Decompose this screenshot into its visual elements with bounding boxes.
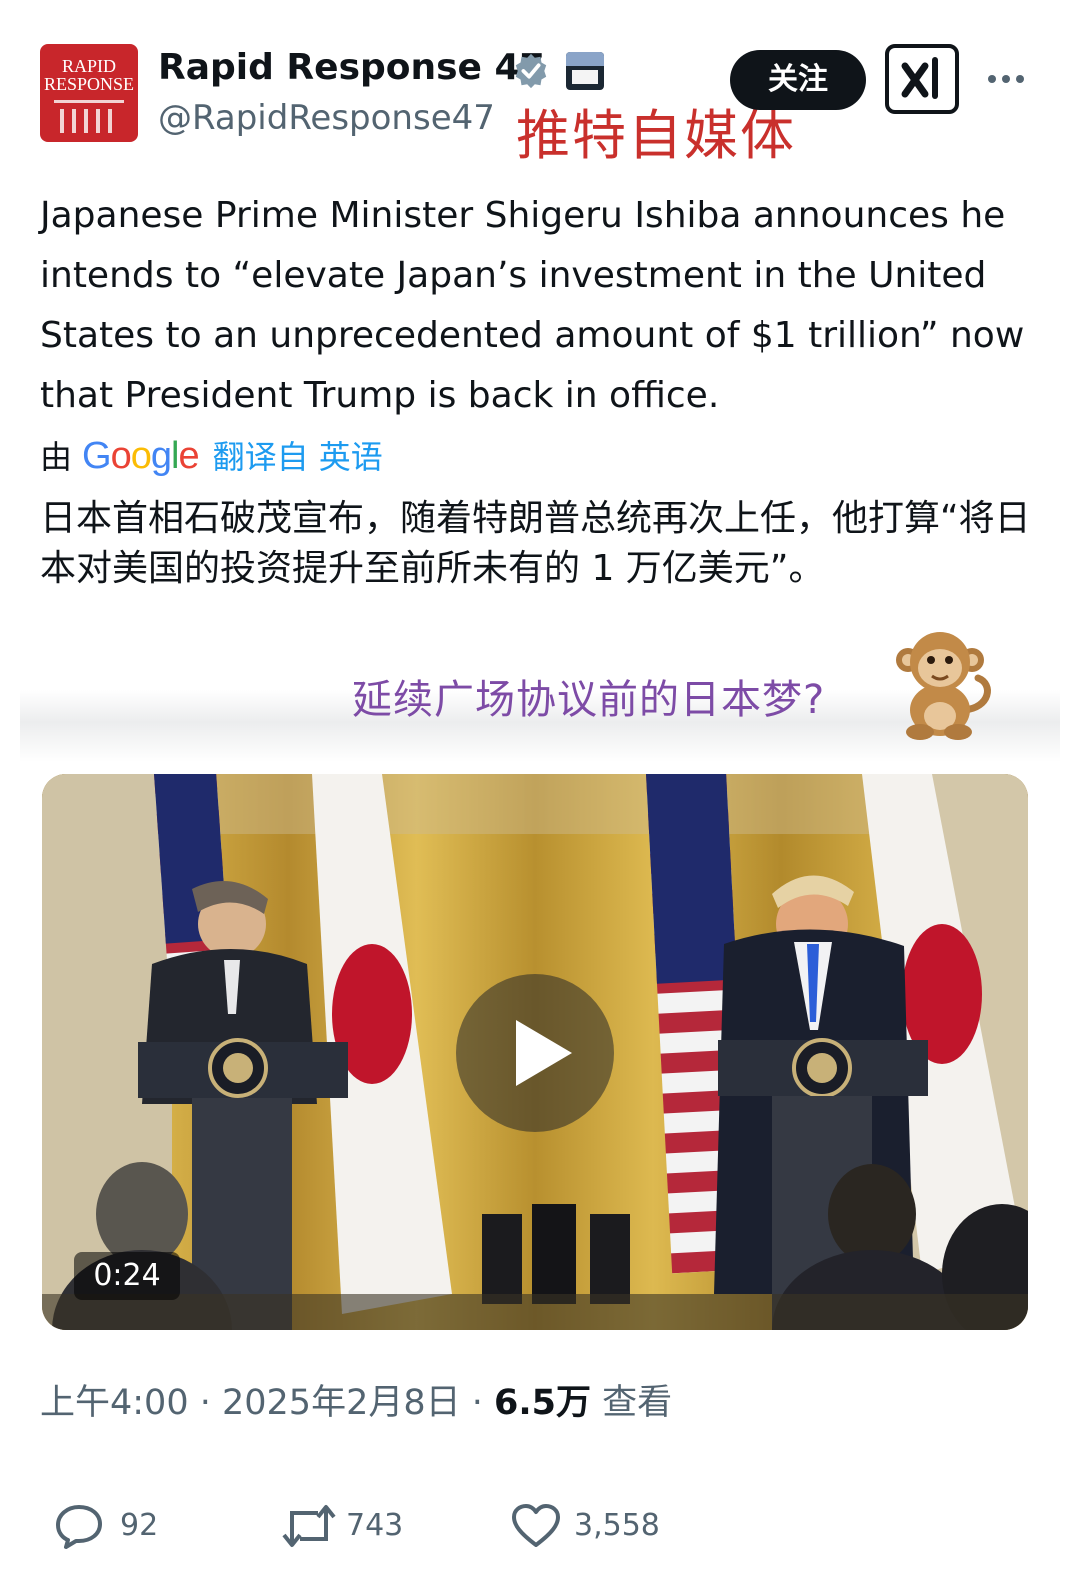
heart-icon — [512, 1504, 560, 1547]
post-date[interactable]: 2025年2月8日 — [222, 1383, 461, 1423]
play-icon[interactable] — [456, 974, 614, 1132]
overlay-red-caption: 推特自媒体 — [516, 104, 796, 167]
avatar-building-graphic — [54, 100, 124, 135]
repost-count: 743 — [346, 1508, 404, 1543]
repost-icon — [282, 1505, 336, 1547]
video-player[interactable] — [42, 774, 1028, 1330]
translation-attribution[interactable]: 由 Google 翻译自 英语 — [40, 434, 383, 478]
monkey-emoji-icon — [896, 632, 991, 740]
like-button[interactable]: 3,558 — [510, 1500, 680, 1552]
meta-separator: · — [188, 1383, 222, 1423]
white-house-badge-icon[interactable] — [566, 52, 604, 90]
views-label: 查看 — [591, 1383, 673, 1423]
meta-separator: · — [460, 1383, 494, 1423]
post-meta: 上午4:00 · 2025年2月8日 · 6.5万 查看 — [40, 1378, 672, 1428]
like-count: 3,558 — [574, 1508, 660, 1543]
video-duration-badge: 0:24 — [74, 1252, 180, 1300]
avatar[interactable]: RAPID RESPONSE — [40, 44, 138, 142]
avatar-text-line2: RESPONSE — [43, 74, 135, 94]
reply-count: 92 — [120, 1508, 159, 1543]
google-logo-icon: Google — [82, 435, 200, 477]
translation-from-label[interactable]: 翻译自 英语 — [213, 438, 383, 476]
verified-badge-icon — [515, 53, 547, 89]
translation-by-label: 由 — [40, 438, 73, 476]
view-count: 6.5万 — [494, 1383, 592, 1423]
user-handle[interactable]: @RapidResponse47 — [158, 96, 495, 140]
reply-icon — [56, 1505, 102, 1549]
translated-text: 日本首相石破茂宣布，随着特朗普总统再次上任，他打算“将日本对美国的投资提升至前所… — [40, 498, 1031, 589]
grok-icon[interactable] — [885, 44, 959, 114]
more-dots-icon[interactable] — [985, 58, 1027, 100]
overlay-purple-caption: 延续广场协议前的日本梦? — [352, 677, 826, 723]
display-name[interactable]: Rapid Response 47 — [158, 46, 545, 90]
follow-button[interactable]: 关注 — [730, 50, 866, 110]
post-time[interactable]: 上午4:00 — [40, 1383, 189, 1423]
avatar-text-line1: RAPID — [61, 56, 116, 76]
repost-button[interactable]: 743 — [282, 1500, 422, 1552]
reply-button[interactable]: 92 — [54, 1500, 174, 1552]
post-text: Japanese Prime Minister Shigeru Ishiba a… — [40, 195, 1025, 416]
